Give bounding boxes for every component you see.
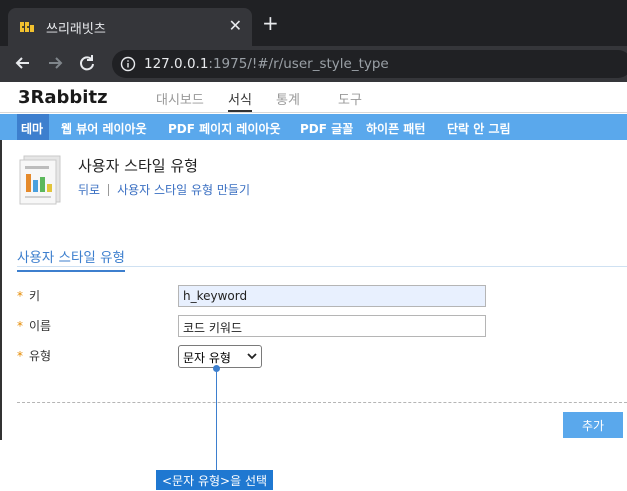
url-host: 127.0.0.1 <box>144 56 209 72</box>
required-mark: * <box>17 319 23 333</box>
form-divider <box>17 402 627 403</box>
tab-title: 쓰리래빗츠 <box>46 22 106 37</box>
app-header: 3Rabbitz 대시보드 서식 통계 도구 <box>0 82 627 113</box>
topnav-dashboard[interactable]: 대시보드 <box>156 89 204 108</box>
required-mark: * <box>17 349 23 363</box>
menu-item-inline-image[interactable]: 단락 안 그림 <box>447 120 511 137</box>
browser-tab-strip: 쓰리래빗츠 ✕ + <box>0 0 627 46</box>
callout-dot <box>213 365 220 372</box>
site-info-icon[interactable] <box>120 56 136 72</box>
forward-arrow-icon[interactable] <box>44 52 66 74</box>
menu-item-web-viewer-layout[interactable]: 웹 뷰어 레이아웃 <box>61 120 147 137</box>
chevron-down-icon <box>247 353 257 360</box>
required-mark: * <box>17 289 23 303</box>
browser-tab[interactable]: 쓰리래빗츠 ✕ <box>8 8 252 46</box>
menu-item-pdf-font[interactable]: PDF 글꼴 <box>300 120 353 137</box>
page-actions: 뒤로 사용자 스타일 유형 만들기 <box>78 181 250 198</box>
tab-close-icon[interactable]: ✕ <box>229 16 242 35</box>
add-button[interactable]: 추가 <box>563 412 623 438</box>
back-arrow-icon[interactable] <box>12 52 34 74</box>
name-input[interactable]: 코드 키워드 <box>178 315 486 337</box>
document-style-icon <box>19 155 61 205</box>
type-select-value: 문자 유형 <box>183 351 231 365</box>
reload-icon[interactable] <box>76 52 98 74</box>
back-link[interactable]: 뒤로 <box>78 183 100 197</box>
new-tab-icon[interactable]: + <box>262 13 279 33</box>
topnav-tools[interactable]: 도구 <box>338 89 362 108</box>
app-logo[interactable]: 3Rabbitz <box>18 87 108 108</box>
type-select[interactable]: 문자 유형 <box>178 345 262 368</box>
page-title: 사용자 스타일 유형 <box>78 157 198 175</box>
url-path: :1975/!#/r/user_style_type <box>208 56 389 72</box>
key-label-text: 키 <box>29 289 41 303</box>
section-divider <box>17 266 627 267</box>
create-user-style-type-link[interactable]: 사용자 스타일 유형 만들기 <box>117 183 250 197</box>
callout-line <box>216 368 217 470</box>
topnav-stats[interactable]: 통계 <box>276 89 300 108</box>
topnav-style[interactable]: 서식 <box>228 89 252 112</box>
url-text: 127.0.0.1:1975/!#/r/user_style_type <box>144 56 389 72</box>
key-label: * 키 <box>17 287 40 304</box>
key-input[interactable]: h_keyword <box>178 285 486 307</box>
link-divider <box>108 184 110 196</box>
sub-menu-bar: 테마 웹 뷰어 레이아웃 PDF 페이지 레이아웃 PDF 글꼴 하이픈 패턴 … <box>0 114 627 140</box>
name-label-text: 이름 <box>29 319 52 333</box>
browser-toolbar: 127.0.0.1:1975/!#/r/user_style_type <box>0 46 627 82</box>
app-favicon-icon <box>20 22 34 32</box>
menu-item-pdf-page-layout[interactable]: PDF 페이지 레이아웃 <box>168 120 281 137</box>
menu-item-hyphen-pattern[interactable]: 하이픈 패턴 <box>366 120 425 137</box>
section-title: 사용자 스타일 유형 <box>17 246 125 272</box>
type-label: * 유형 <box>17 347 51 364</box>
callout-label: <문자 유형>을 선택 <box>156 470 274 490</box>
type-label-text: 유형 <box>29 349 52 363</box>
menu-item-theme[interactable]: 테마 <box>21 120 43 137</box>
content-left-border <box>0 140 2 440</box>
name-label: * 이름 <box>17 317 51 334</box>
address-bar[interactable]: 127.0.0.1:1975/!#/r/user_style_type <box>112 50 627 78</box>
